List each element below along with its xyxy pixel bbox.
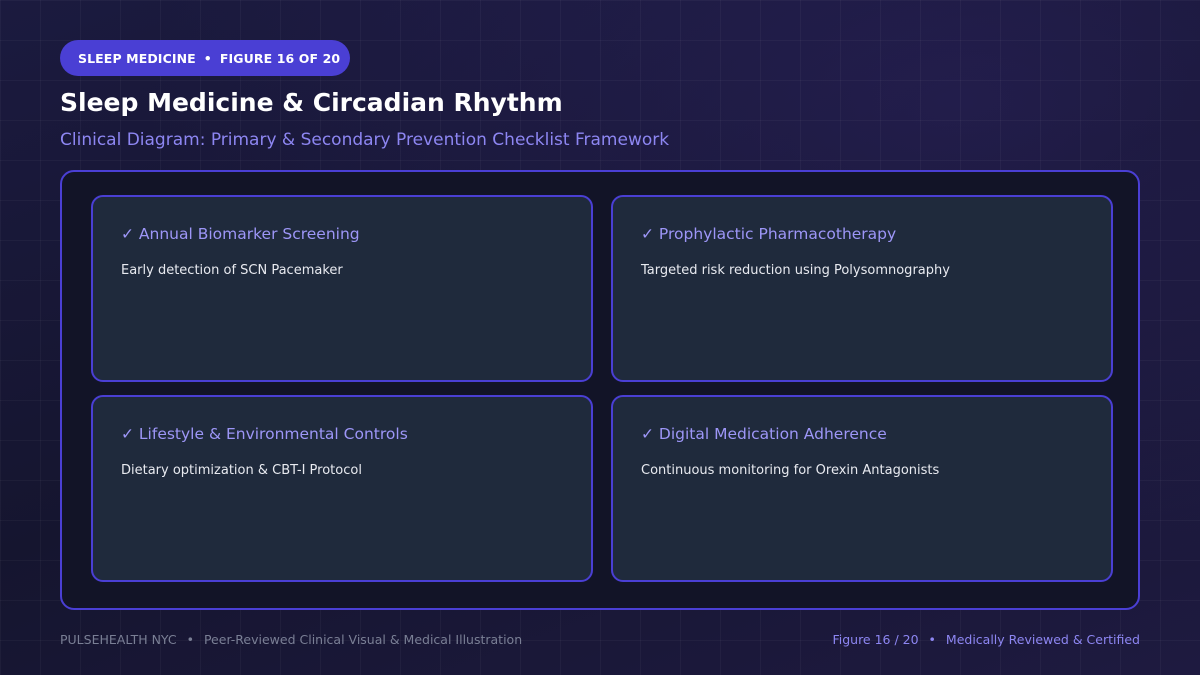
footer-figure: Figure 16 / 20: [832, 632, 919, 647]
footer-tagline: Peer-Reviewed Clinical Visual & Medical …: [203, 632, 523, 647]
checklist-card-pharmacotherapy: ✓ Prophylactic Pharmacotherapy Targeted …: [611, 195, 1113, 382]
footer-figure-info: Figure 16 / 20 • Medically Reviewed & Ce…: [832, 632, 1140, 647]
checklist-panel: ✓ Annual Biomarker Screening Early detec…: [60, 170, 1140, 610]
badge-figure: FIGURE 16 OF 20: [219, 50, 341, 66]
card-title: ✓ Lifestyle & Environmental Controls: [121, 425, 408, 443]
checklist-card-lifestyle-controls: ✓ Lifestyle & Environmental Controls Die…: [91, 395, 593, 582]
card-title: ✓ Prophylactic Pharmacotherapy: [641, 225, 897, 243]
footer-separator: •: [186, 632, 194, 647]
card-title: ✓ Digital Medication Adherence: [641, 425, 887, 443]
checklist-card-biomarker-screening: ✓ Annual Biomarker Screening Early detec…: [91, 195, 593, 382]
footer-brand: PULSEHEALTH NYC: [60, 632, 177, 647]
page-subtitle: Clinical Diagram: Primary & Secondary Pr…: [60, 130, 670, 150]
card-description: Early detection of SCN Pacemaker: [121, 263, 343, 278]
checklist-card-medication-adherence: ✓ Digital Medication Adherence Continuou…: [611, 395, 1113, 582]
footer-certification: Medically Reviewed & Certified: [945, 632, 1140, 647]
card-description: Targeted risk reduction using Polysomnog…: [641, 263, 950, 278]
figure-badge: SLEEP MEDICINE • FIGURE 16 OF 20: [60, 40, 350, 76]
badge-section: SLEEP MEDICINE: [78, 50, 196, 66]
footer-credits: PULSEHEALTH NYC • Peer-Reviewed Clinical…: [60, 632, 522, 647]
card-description: Continuous monitoring for Orexin Antagon…: [641, 463, 940, 478]
page-title: Sleep Medicine & Circadian Rhythm: [60, 88, 563, 117]
card-title: ✓ Annual Biomarker Screening: [121, 225, 360, 243]
footer-separator-right: •: [928, 632, 936, 647]
badge-separator: •: [203, 50, 212, 66]
card-description: Dietary optimization & CBT-I Protocol: [121, 463, 362, 478]
